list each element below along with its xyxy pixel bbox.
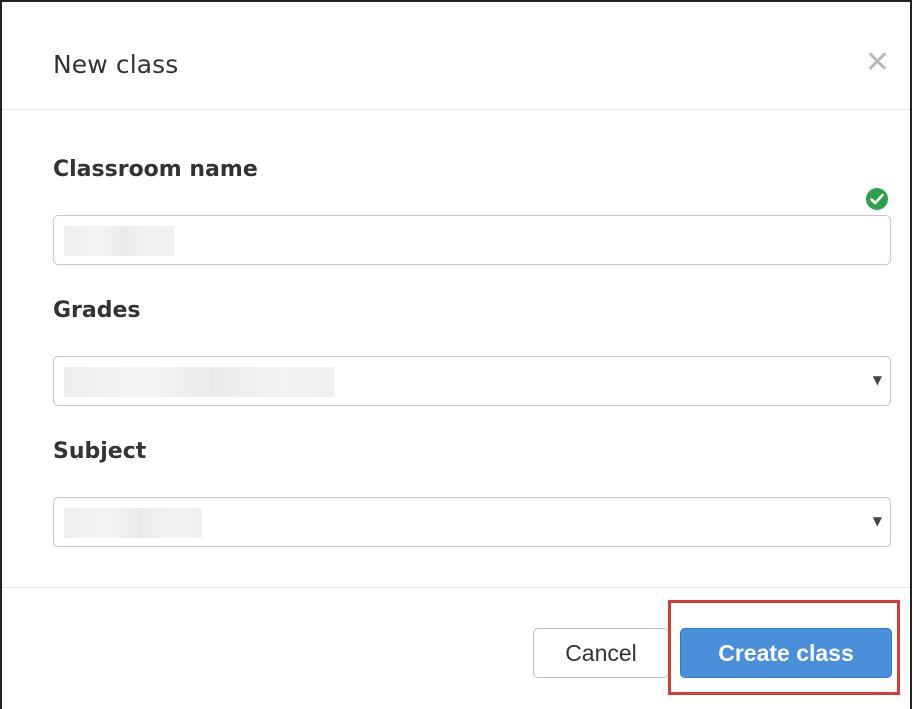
redacted-value — [64, 226, 174, 256]
classroom-name-input[interactable] — [53, 215, 891, 265]
new-class-dialog: New class ✕ Classroom name Grades ▼ Subj… — [0, 0, 912, 709]
subject-label: Subject — [53, 439, 147, 464]
check-circle-icon — [866, 188, 888, 210]
grades-select[interactable]: ▼ — [53, 356, 891, 406]
redacted-value — [64, 508, 202, 538]
footer-divider — [2, 587, 910, 588]
dialog-title: New class — [53, 50, 179, 79]
chevron-down-icon: ▼ — [872, 373, 882, 387]
subject-select[interactable]: ▼ — [53, 497, 891, 547]
chevron-down-icon: ▼ — [872, 514, 882, 528]
create-class-button[interactable]: Create class — [680, 628, 892, 678]
redacted-value — [64, 367, 334, 397]
dialog-header: New class ✕ — [2, 2, 910, 110]
close-icon[interactable]: ✕ — [865, 48, 890, 78]
cancel-button[interactable]: Cancel — [533, 628, 669, 678]
classroom-name-label: Classroom name — [53, 157, 258, 182]
grades-label: Grades — [53, 298, 141, 323]
